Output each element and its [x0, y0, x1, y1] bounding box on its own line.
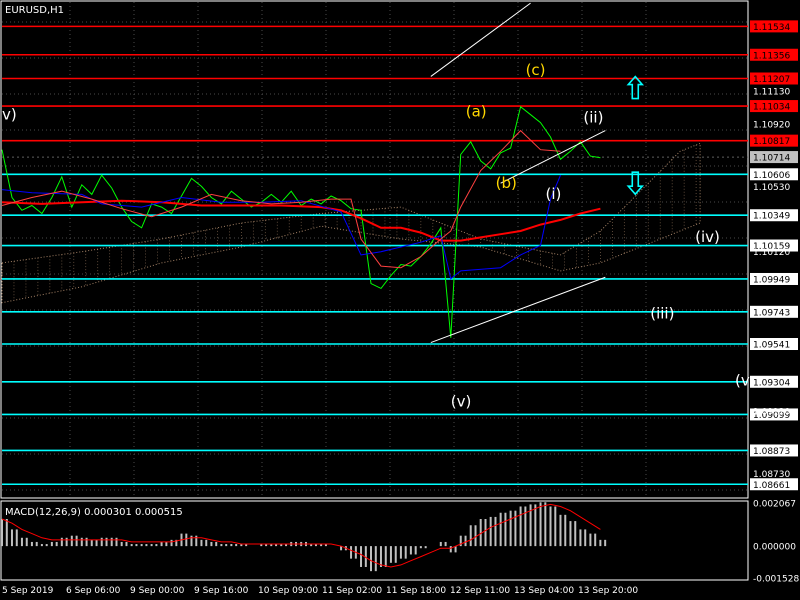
price-level-label: 1.08873	[753, 447, 790, 457]
time-tick-label: 6 Sep 06:00	[66, 586, 121, 596]
wave-label: (c)	[526, 61, 546, 79]
price-tick-label: 1.10530	[753, 183, 790, 193]
macd-tick-label: 0.002067	[753, 500, 796, 510]
wave-label: (iv)	[695, 228, 720, 246]
wave-label: (iii)	[650, 305, 674, 323]
wave-label: (v)	[451, 392, 472, 410]
price-level-label: 1.11207	[753, 75, 790, 85]
main-chart-frame	[0, 0, 749, 499]
macd-label: MACD(12,26,9) 0.000301 0.000515	[5, 507, 183, 518]
price-level-label: 1.11534	[753, 23, 790, 33]
chart-title: EURUSD,H1	[5, 5, 64, 16]
price-level-label: 1.09949	[753, 275, 790, 285]
price-level-label: 1.09541	[753, 341, 790, 351]
time-tick-label: 9 Sep 00:00	[130, 586, 185, 596]
price-level-label: 1.11356	[753, 51, 790, 61]
time-tick-label: 5 Sep 2019	[2, 586, 54, 596]
time-tick-label: 13 Sep 04:00	[514, 586, 574, 596]
wave-label: (ii)	[583, 109, 603, 127]
price-tick-label: 1.10120	[753, 248, 790, 258]
time-tick-label: 10 Sep 09:00	[258, 586, 318, 596]
macd-tick-label: -0.001528	[753, 575, 799, 585]
wave-label: (v	[735, 372, 750, 390]
price-tick-label: 1.11130	[753, 87, 790, 97]
wave-label: (a)	[466, 102, 487, 120]
price-level-label: 1.08661	[753, 481, 790, 491]
wave-label: (i)	[546, 185, 562, 203]
eurusd-chart-window: 1.11534 1.11356 1.11207 1.11034 1.10817 1.107…	[0, 0, 799, 596]
price-level-label: 1.10606	[753, 171, 790, 181]
time-tick-label: 11 Sep 02:00	[322, 586, 382, 596]
price-level-label: 1.09304	[753, 378, 790, 388]
wave-label: (b)	[496, 174, 517, 192]
macd-tick-label: 0.000000	[753, 543, 796, 553]
time-tick-label: 13 Sep 20:00	[578, 586, 638, 596]
price-level-label: 1.11034	[753, 103, 790, 113]
price-tick-label: 1.09120	[753, 408, 790, 418]
price-level-label: 1.10817	[753, 137, 790, 147]
time-tick-label: 11 Sep 18:00	[386, 586, 446, 596]
time-tick-label: 9 Sep 16:00	[194, 586, 249, 596]
price-tick-label: 1.08730	[753, 470, 790, 480]
time-tick-label: 12 Sep 11:00	[450, 586, 510, 596]
price-level-label: 1.09743	[753, 308, 790, 318]
wave-label: v)	[2, 105, 17, 123]
price-tick-label: 1.10920	[753, 121, 790, 131]
price-level-label: 1.10714	[753, 154, 790, 164]
price-level-label: 1.10349	[753, 212, 790, 222]
